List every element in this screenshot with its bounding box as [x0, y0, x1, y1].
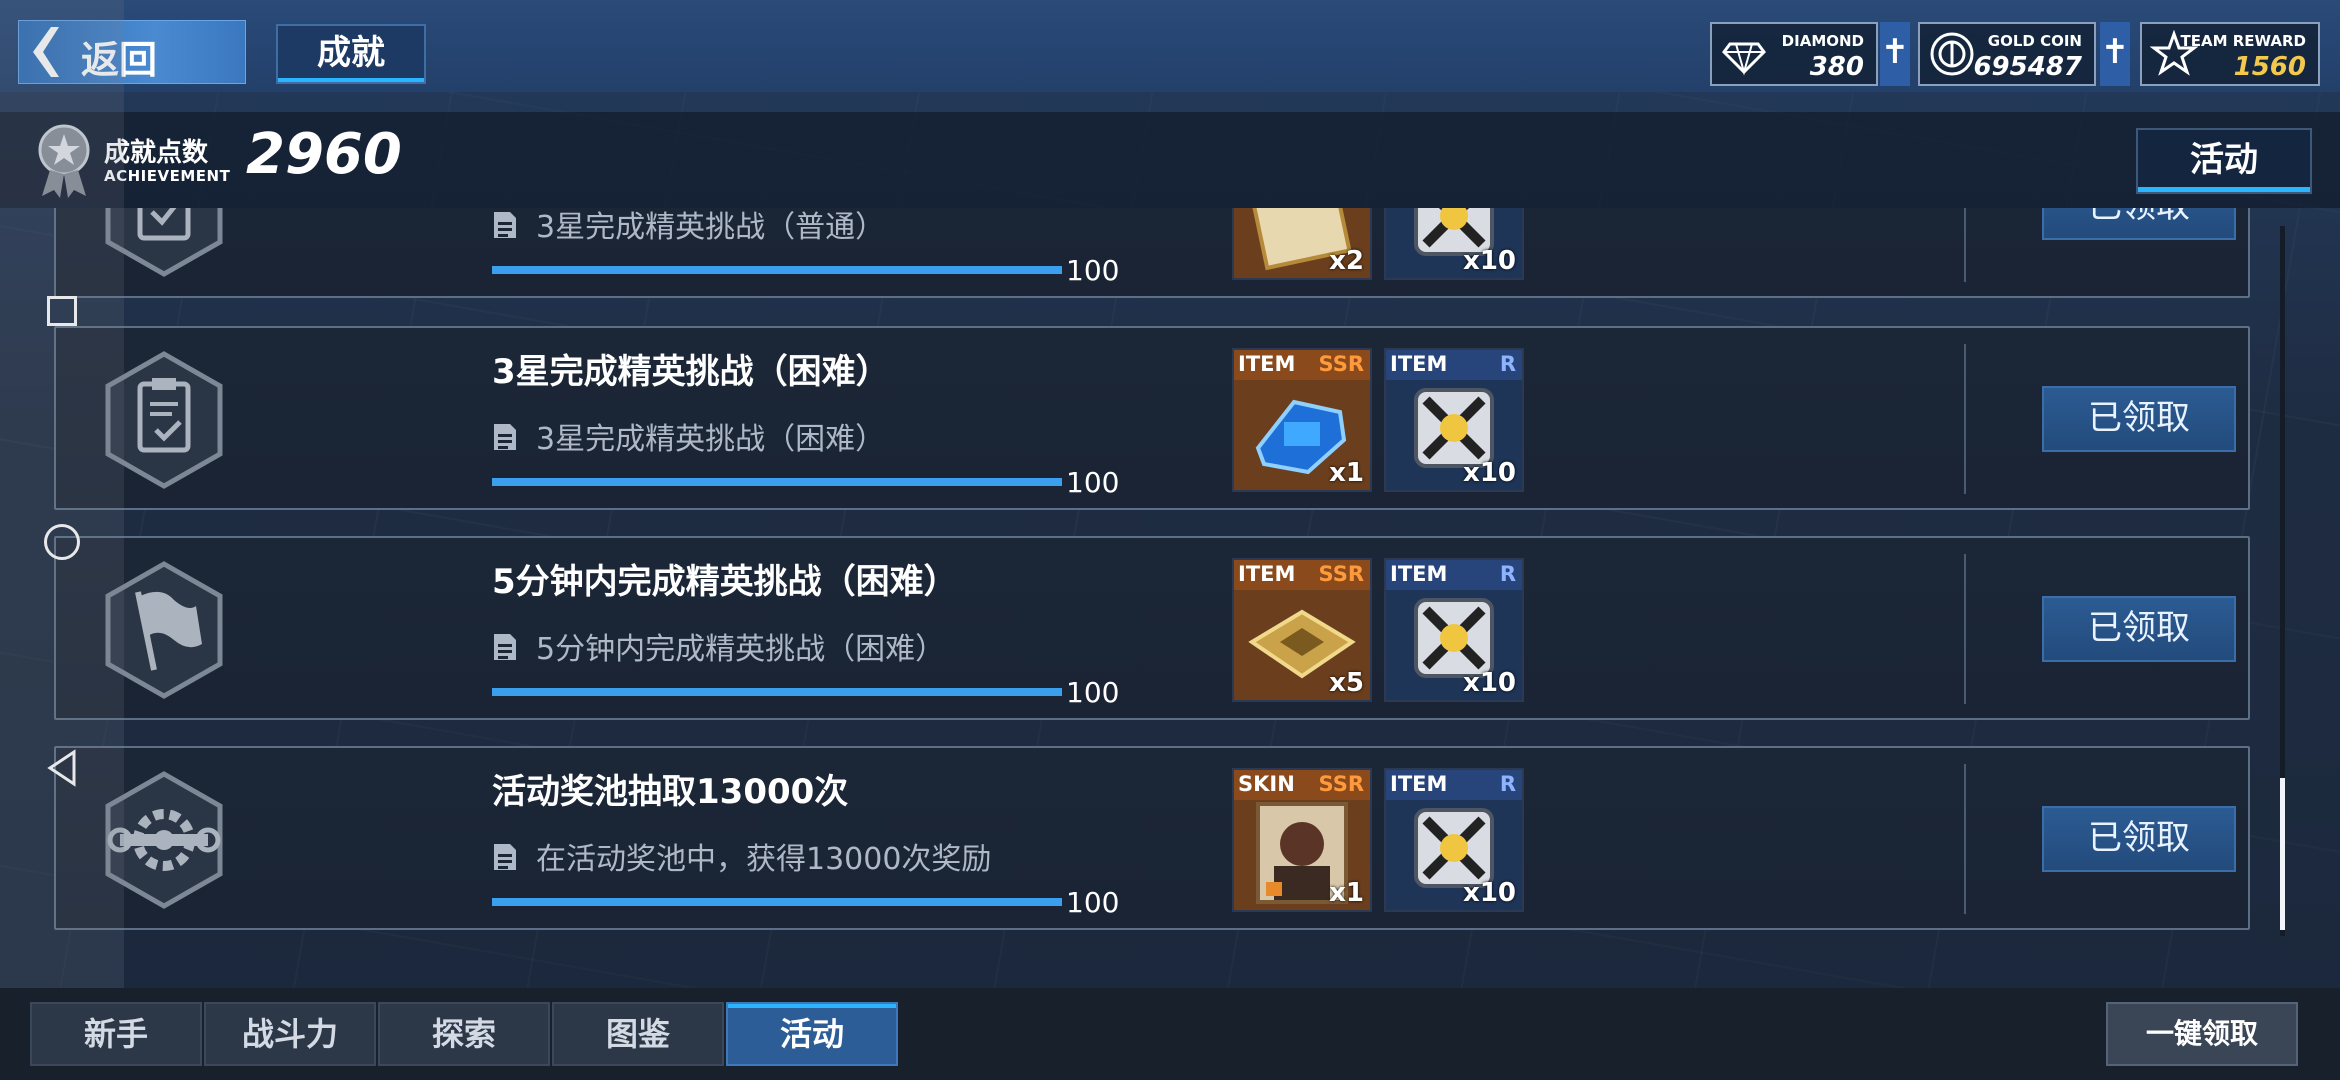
achievement-card: 活动奖池抽取13000次 在活动奖池中，获得13000次奖励 100 SKIN … [54, 746, 2250, 930]
reward-slot[interactable]: ITEM R x10 [1384, 768, 1524, 912]
claimed-button[interactable]: 已领取 [2042, 596, 2236, 662]
tab-combat-power[interactable]: 战斗力 [204, 1002, 376, 1066]
achievement-desc: 3星完成精英挑战（困难） [536, 422, 886, 457]
progress-bar [492, 898, 1062, 906]
achievement-title: 5分钟内完成精英挑战（困难） [492, 562, 958, 602]
achievement-list[interactable]: 3星完成精英挑战（普通） 100 x2 x10 已领取 3星完成精英挑战（困难） [36, 208, 2252, 952]
card-divider [1964, 344, 1966, 494]
tab-beginner[interactable]: 新手 [30, 1002, 202, 1066]
reward-quantity: x10 [1463, 668, 1516, 698]
reward-slot[interactable]: ITEM SSR x1 [1232, 348, 1372, 492]
reward-slot[interactable]: SKIN SSR x1 [1232, 768, 1372, 912]
progress-bar [492, 478, 1062, 486]
progress-fill [492, 898, 1062, 906]
progress-fill [492, 688, 1062, 696]
currency-name: TEAM REWARD [2180, 32, 2306, 50]
claimed-button[interactable]: 已领取 [2042, 208, 2236, 240]
currency-team-reward: TEAM REWARD 1560 [2140, 22, 2320, 86]
reward-type: ITEM [1390, 562, 1448, 586]
reward-type: SKIN [1238, 772, 1295, 796]
currency-value: 380 [1809, 52, 1864, 82]
document-icon [494, 844, 516, 870]
claim-all-button[interactable]: 一键领取 [2106, 1002, 2298, 1066]
currency-value: 1560 [2233, 52, 2306, 82]
card-divider [1964, 764, 1966, 914]
tab-codex[interactable]: 图鉴 [552, 1002, 724, 1066]
tab-event[interactable]: 活动 [726, 1002, 898, 1066]
claimed-button[interactable]: 已领取 [2042, 806, 2236, 872]
progress-bar [492, 266, 1062, 274]
reward-rank: R [1499, 352, 1516, 376]
claimed-button[interactable]: 已领取 [2042, 386, 2236, 452]
reward-quantity: x1 [1329, 878, 1364, 908]
reward-quantity: x10 [1463, 458, 1516, 488]
reward-rank: SSR [1318, 772, 1364, 796]
reward-type: ITEM [1238, 352, 1296, 376]
reward-slot[interactable]: x10 [1384, 208, 1524, 280]
achievement-title: 3星完成精英挑战（困难） [492, 352, 890, 392]
reward-quantity: x1 [1329, 458, 1364, 488]
reward-quantity: x10 [1463, 878, 1516, 908]
tab-explore[interactable]: 探索 [378, 1002, 550, 1066]
achievement-card: 5分钟内完成精英挑战（困难） 5分钟内完成精英挑战（困难） 100 ITEM S… [54, 536, 2250, 720]
gold-coin-icon [1930, 32, 1974, 76]
diamond-icon [1722, 42, 1766, 76]
reward-rank: R [1499, 772, 1516, 796]
currency-diamond: DIAMOND 380 [1710, 22, 1878, 86]
reward-rank: SSR [1318, 352, 1364, 376]
progress-value: 100 [1066, 886, 1120, 919]
progress-fill [492, 266, 1062, 274]
progress-value: 100 [1066, 676, 1120, 709]
achievement-points: 2960 [246, 122, 402, 187]
home-icon[interactable] [44, 524, 80, 560]
currency-name: DIAMOND [1781, 32, 1864, 50]
card-divider [1964, 208, 1966, 282]
recent-apps-icon[interactable] [47, 296, 77, 326]
page-title: 成就 [276, 24, 426, 84]
reward-type: ITEM [1390, 772, 1448, 796]
achievement-card: 3星完成精英挑战（困难） 3星完成精英挑战（困难） 100 ITEM SSR x… [54, 326, 2250, 510]
progress-value: 100 [1066, 254, 1120, 287]
reward-slot[interactable]: ITEM SSR x5 [1232, 558, 1372, 702]
scrollbar-thumb[interactable] [2280, 778, 2285, 930]
achievement-desc: 3星完成精英挑战（普通） [536, 210, 886, 245]
progress-fill [492, 478, 1062, 486]
reward-quantity: x5 [1329, 668, 1364, 698]
achievement-card: 3星完成精英挑战（普通） 100 x2 x10 已领取 [54, 208, 2250, 298]
currency-value: 695487 [1973, 52, 2082, 82]
reward-type: ITEM [1238, 562, 1296, 586]
add-gold-coin-button[interactable]: ✝ [2100, 22, 2130, 86]
card-divider [1964, 554, 1966, 704]
progress-bar [492, 688, 1062, 696]
reward-rank: R [1499, 562, 1516, 586]
currency-name: GOLD COIN [1987, 32, 2082, 50]
achievement-title: 活动奖池抽取13000次 [492, 772, 849, 812]
reward-type: ITEM [1390, 352, 1448, 376]
reward-quantity: x2 [1329, 246, 1364, 276]
achievement-desc: 在活动奖池中，获得13000次奖励 [536, 842, 992, 877]
add-diamond-button[interactable]: ✝ [1880, 22, 1910, 86]
reward-rank: SSR [1318, 562, 1364, 586]
reward-slot[interactable]: ITEM R x10 [1384, 558, 1524, 702]
system-back-icon[interactable] [44, 748, 80, 788]
reward-slot[interactable]: x2 [1232, 208, 1372, 280]
reward-quantity: x10 [1463, 246, 1516, 276]
currency-gold-coin: GOLD COIN 695487 [1918, 22, 2096, 86]
document-icon [494, 424, 516, 450]
reward-slot[interactable]: ITEM R x10 [1384, 348, 1524, 492]
event-tab[interactable]: 活动 [2136, 128, 2312, 194]
document-icon [494, 212, 516, 238]
progress-value: 100 [1066, 466, 1120, 499]
achievement-desc: 5分钟内完成精英挑战（困难） [536, 632, 946, 667]
document-icon [494, 634, 516, 660]
